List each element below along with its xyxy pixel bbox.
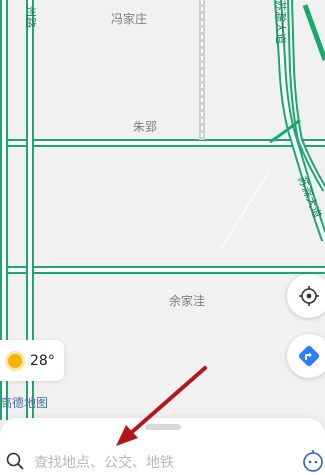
search-input[interactable]: 查找地点、公交、地铁 (34, 452, 174, 472)
sun-icon (8, 353, 22, 368)
locate-icon (299, 286, 319, 306)
place-label-zhuying: 朱郢 (133, 120, 157, 134)
voice-assistant-icon[interactable] (301, 448, 325, 472)
brand-logo-text: 高德地图 (0, 396, 49, 410)
search-bar[interactable]: 查找地点、公交、地铁 (0, 418, 325, 475)
navigate-icon (298, 345, 320, 367)
road-horizontal-lower (0, 266, 325, 274)
railway-line (199, 0, 205, 140)
navigate-button[interactable] (287, 334, 325, 378)
place-label-fengjiazhuang: 冯家庄 (111, 11, 147, 26)
road-label-left: 州路 (24, 6, 37, 28)
road-label-top-right: 苏滁大道 (274, 0, 288, 44)
weather-widget[interactable]: 28° (0, 340, 64, 381)
road-horizontal-upper (0, 139, 325, 147)
map-view[interactable]: 冯家庄 朱郢 余家洼 州路 苏滁大道 苏滁大道 (0, 0, 325, 475)
place-label-yujiawa: 余家洼 (169, 293, 205, 308)
search-icon (6, 452, 24, 470)
locate-button[interactable] (287, 274, 325, 318)
temperature-label: 28° (30, 352, 55, 369)
drag-handle[interactable] (145, 424, 181, 430)
